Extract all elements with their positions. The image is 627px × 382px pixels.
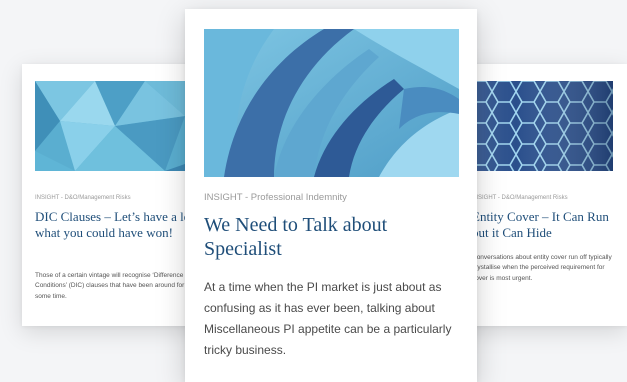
card-category: INSIGHT - Professional Indemnity bbox=[204, 192, 347, 203]
insight-card-specialist[interactable]: INSIGHT - Professional Indemnity We Need… bbox=[185, 9, 477, 382]
card-category: INSIGHT - D&O/Management Risks bbox=[35, 195, 131, 201]
card-excerpt: At a time when the PI market is just abo… bbox=[204, 280, 452, 357]
card-title[interactable]: We Need to Talk about Specialist bbox=[204, 213, 464, 262]
card-excerpt: Conversations about entity cover run off… bbox=[472, 254, 612, 282]
card-image bbox=[204, 29, 459, 177]
abstract-curves-icon bbox=[204, 29, 459, 177]
card-title[interactable]: Entity Cover – It Can Run but it Can Hid… bbox=[472, 209, 622, 241]
card-category: INSIGHT - D&O/Management Risks bbox=[472, 195, 568, 201]
